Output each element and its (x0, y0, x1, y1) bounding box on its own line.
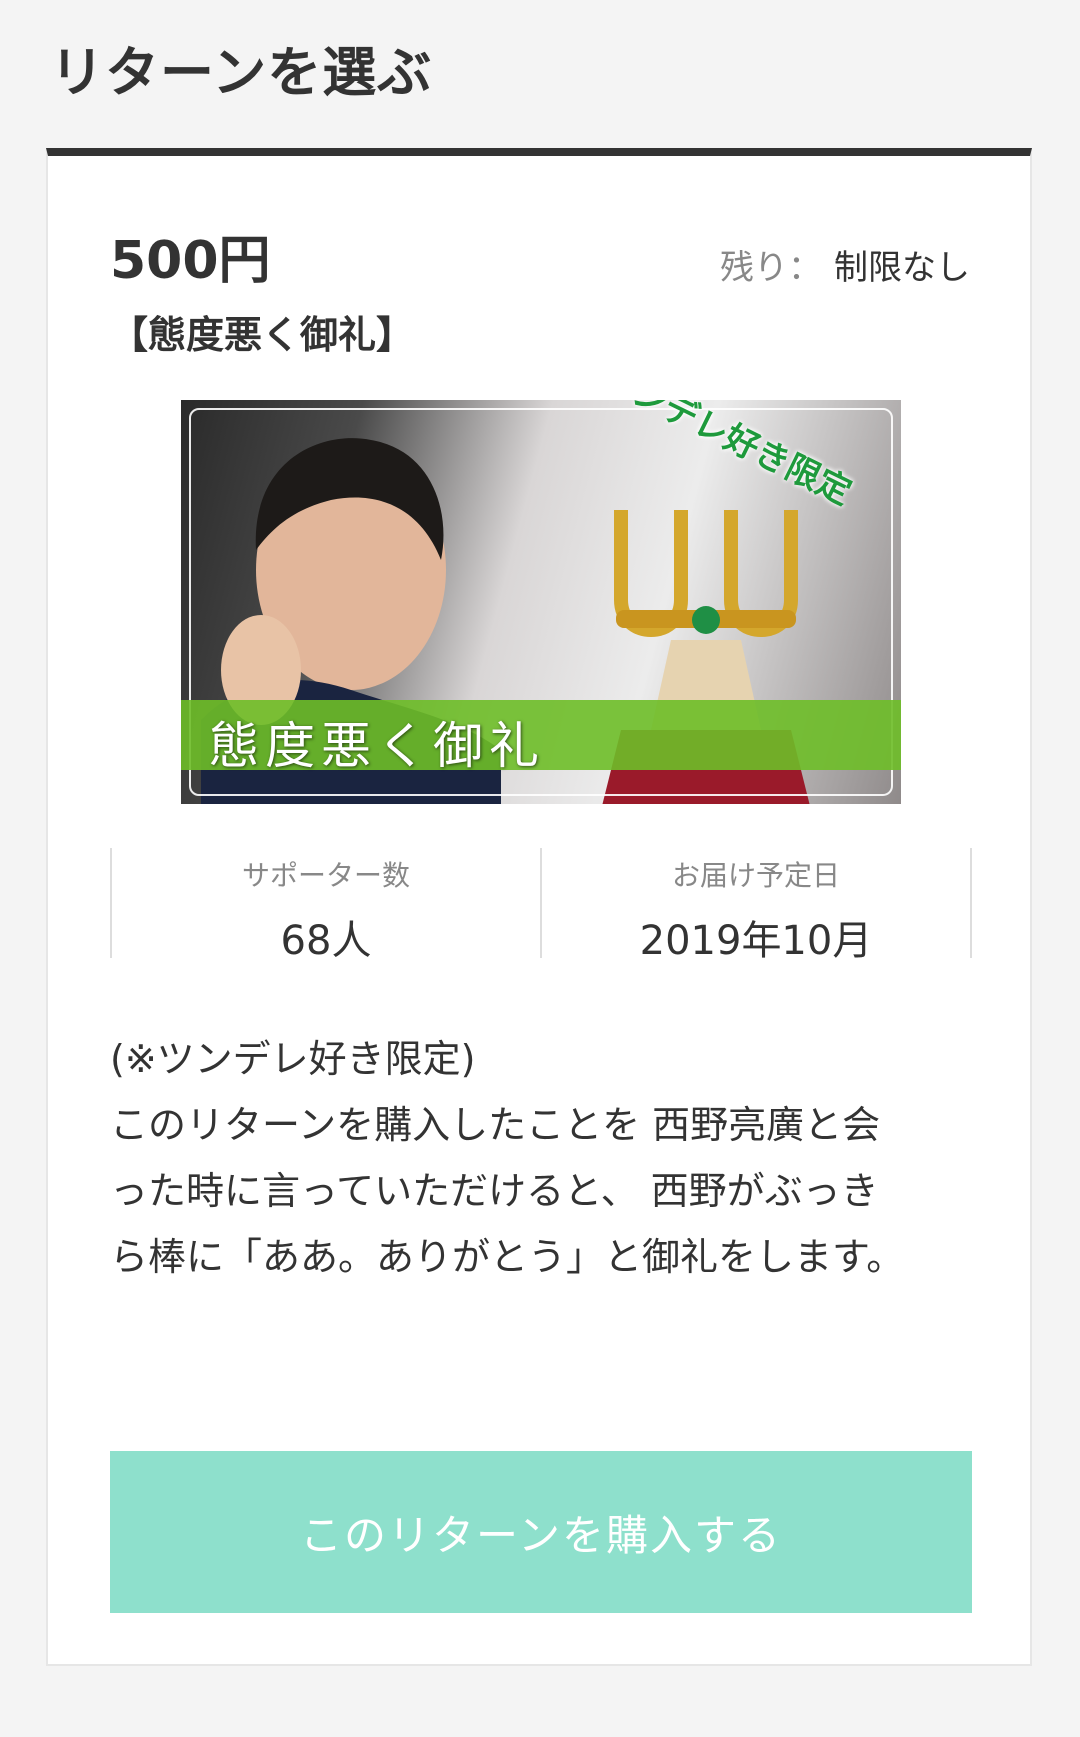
remaining-label: 残り： (720, 248, 822, 288)
buy-return-button[interactable]: このリターンを購入する (110, 1451, 972, 1613)
return-price: 500円 (110, 231, 271, 291)
supporters-value: 68人 (280, 918, 372, 964)
delivery-stat: お届け予定日 2019年10月 (540, 848, 972, 964)
supporters-label: サポーター数 (241, 859, 410, 892)
remaining-stock: 残り： 制限なし (720, 240, 970, 289)
return-title: 【態度悪く御礼】 (110, 313, 415, 357)
description-line: (※ツンデレ好き限定) (110, 1037, 476, 1081)
return-card: 500円 残り： 制限なし 【態度悪く御礼】 ツンデレ好き限定 態度悪く御礼 サポ… (46, 148, 1032, 1666)
remaining-value: 制限なし (834, 248, 970, 288)
supporters-stat: サポーター数 68人 (110, 848, 540, 964)
description-line: このリターンを購入したことを 西野亮廣と会 (110, 1103, 881, 1147)
delivery-value: 2019年10月 (639, 918, 873, 964)
description-line: った時に言っていただけると、 西野がぶっき (110, 1169, 879, 1213)
return-image: ツンデレ好き限定 態度悪く御礼 (181, 400, 901, 804)
description-line: ら棒に「ああ。ありがとう」と御礼をします。 (110, 1235, 905, 1279)
return-description: (※ツンデレ好き限定) このリターンを購入したことを 西野亮廣と会 った時に言っ… (110, 1026, 980, 1290)
return-stats: サポーター数 68人 お届け予定日 2019年10月 (110, 848, 972, 964)
image-banner-text: 態度悪く御礼 (209, 717, 545, 775)
page-title: リターンを選ぶ (50, 41, 433, 104)
delivery-label: お届け予定日 (671, 859, 840, 892)
